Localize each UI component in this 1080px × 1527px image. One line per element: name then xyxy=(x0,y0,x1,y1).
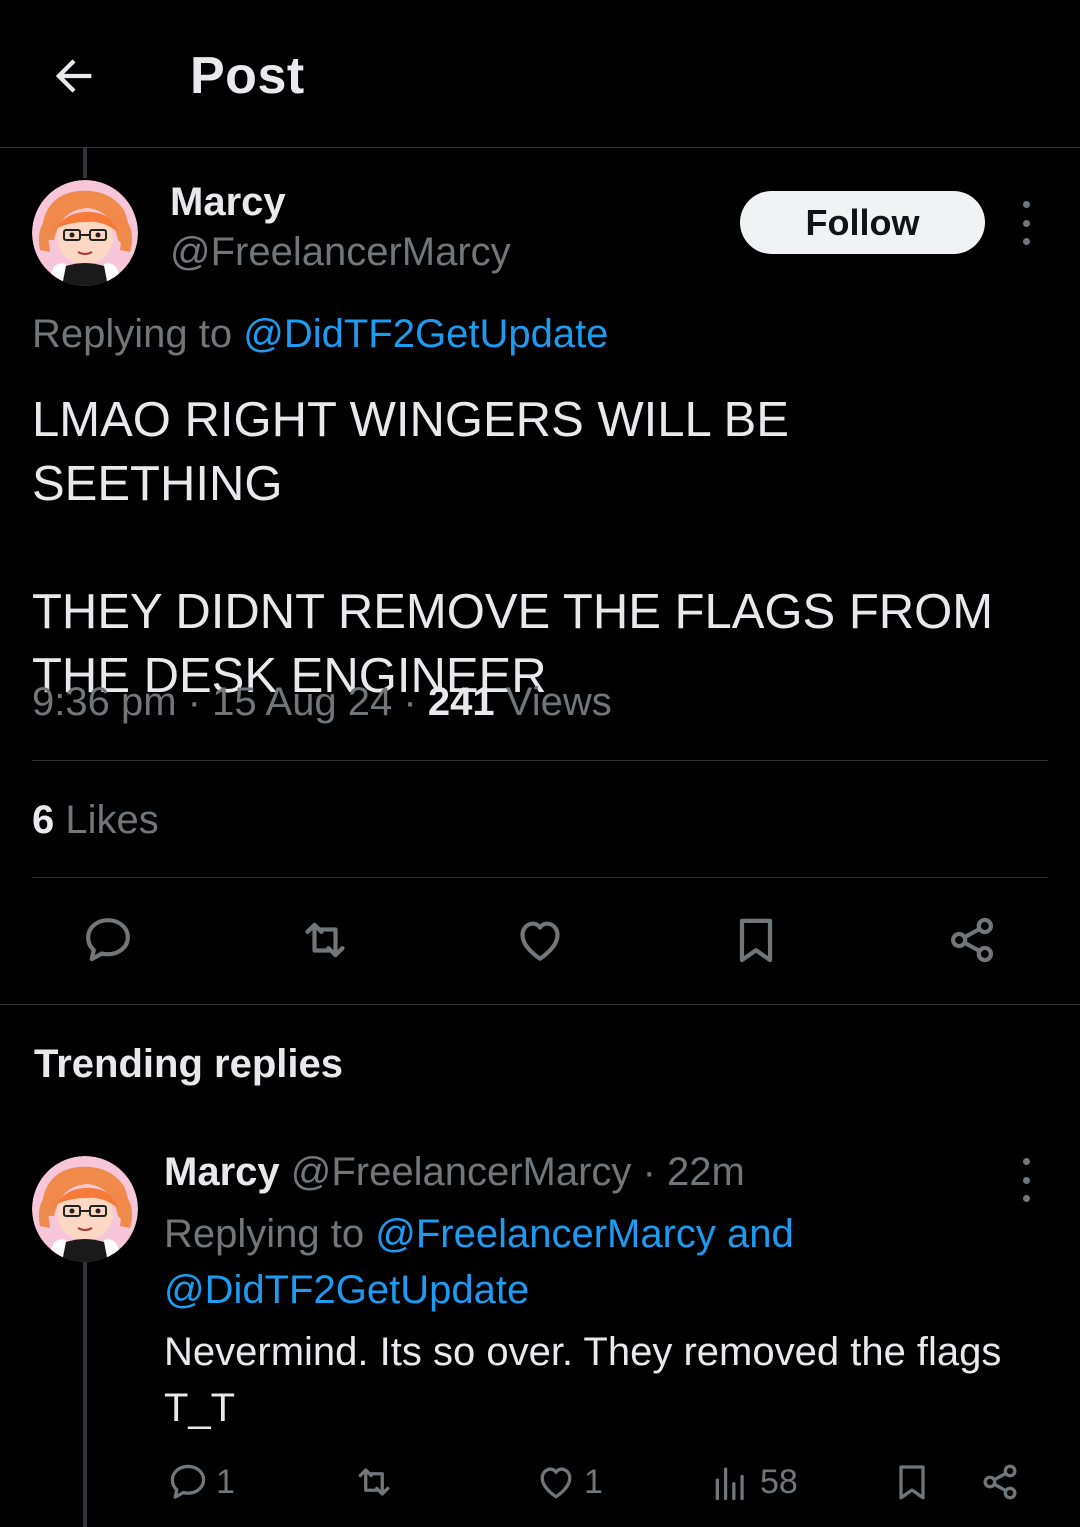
follow-button[interactable]: Follow xyxy=(740,191,985,254)
post-time: 9:36 pm xyxy=(32,680,177,724)
more-icon xyxy=(1022,1158,1030,1165)
author-name[interactable]: Marcy xyxy=(170,180,286,225)
avatar[interactable] xyxy=(32,180,138,286)
like-icon xyxy=(540,1467,572,1499)
reply-bookmark-button[interactable] xyxy=(890,1460,934,1504)
reply-more-options-button[interactable] xyxy=(1016,1158,1036,1202)
thread-line-top xyxy=(83,148,87,178)
repost-button[interactable] xyxy=(297,912,353,968)
post-meta: 9:36 pm · 15 Aug 24 · 241 Views xyxy=(32,680,612,724)
reply-reply-button[interactable]: 1 xyxy=(166,1460,235,1504)
tweet-text: LMAO RIGHT WINGERS WILL BE SEETHING THEY… xyxy=(32,388,1052,708)
reply-time: 22m xyxy=(667,1150,745,1194)
like-icon xyxy=(520,921,560,961)
reply-author-name[interactable]: Marcy xyxy=(164,1150,280,1194)
repost-icon xyxy=(358,1468,390,1496)
bookmark-icon xyxy=(899,1465,925,1500)
like-count: 1 xyxy=(584,1462,603,1501)
page-title: Post xyxy=(190,47,305,105)
reply-header: Marcy @FreelancerMarcy · 22m xyxy=(164,1150,745,1194)
back-button[interactable] xyxy=(48,50,100,102)
reply-repost-button[interactable] xyxy=(352,1460,396,1504)
post-date: 15 Aug 24 xyxy=(212,680,393,724)
more-icon xyxy=(1022,201,1030,208)
views-label: Views xyxy=(505,680,612,724)
section-divider xyxy=(0,1004,1080,1005)
divider xyxy=(32,760,1048,761)
reply-like-button[interactable]: 1 xyxy=(534,1460,603,1504)
likes-count: 6 xyxy=(32,798,55,842)
reply-button[interactable] xyxy=(80,912,136,968)
reply-views-button[interactable]: 58 xyxy=(710,1460,798,1504)
trending-replies-heading: Trending replies xyxy=(34,1042,343,1086)
reply-replying-to: Replying to @FreelancerMarcy and @DidTF2… xyxy=(164,1212,794,1312)
arrow-left-icon xyxy=(55,59,92,93)
bookmark-button[interactable] xyxy=(728,912,784,968)
reply-text: Nevermind. Its so over. They removed the… xyxy=(164,1330,1002,1430)
more-options-button[interactable] xyxy=(1016,201,1036,245)
reply-count: 1 xyxy=(216,1462,235,1501)
reply-share-button[interactable] xyxy=(978,1460,1022,1504)
reply-avatar[interactable] xyxy=(32,1156,138,1262)
replying-to-link[interactable]: @DidTF2GetUpdate xyxy=(243,312,608,356)
reply-icon xyxy=(86,918,130,962)
reply-icon xyxy=(170,1464,206,1499)
repost-icon xyxy=(305,922,345,958)
author-handle[interactable]: @FreelancerMarcy xyxy=(170,230,511,275)
share-icon xyxy=(983,1464,1017,1500)
views-icon xyxy=(715,1467,744,1501)
like-button[interactable] xyxy=(512,912,568,968)
likes-stat[interactable]: 6 Likes xyxy=(32,798,159,843)
thread-line xyxy=(83,1262,87,1527)
share-icon xyxy=(951,917,993,963)
views-count: 241 xyxy=(427,680,495,724)
bookmark-icon xyxy=(739,918,773,963)
divider xyxy=(32,877,1048,878)
replying-to: Replying to @DidTF2GetUpdate xyxy=(32,312,609,356)
likes-label: Likes xyxy=(65,798,159,842)
reply-author-handle[interactable]: @FreelancerMarcy xyxy=(291,1150,632,1194)
tweet-text-line: LMAO RIGHT WINGERS WILL BE SEETHING xyxy=(32,393,789,511)
share-button[interactable] xyxy=(944,912,1000,968)
views-count: 58 xyxy=(760,1462,798,1501)
top-bar: Post xyxy=(0,0,1080,148)
